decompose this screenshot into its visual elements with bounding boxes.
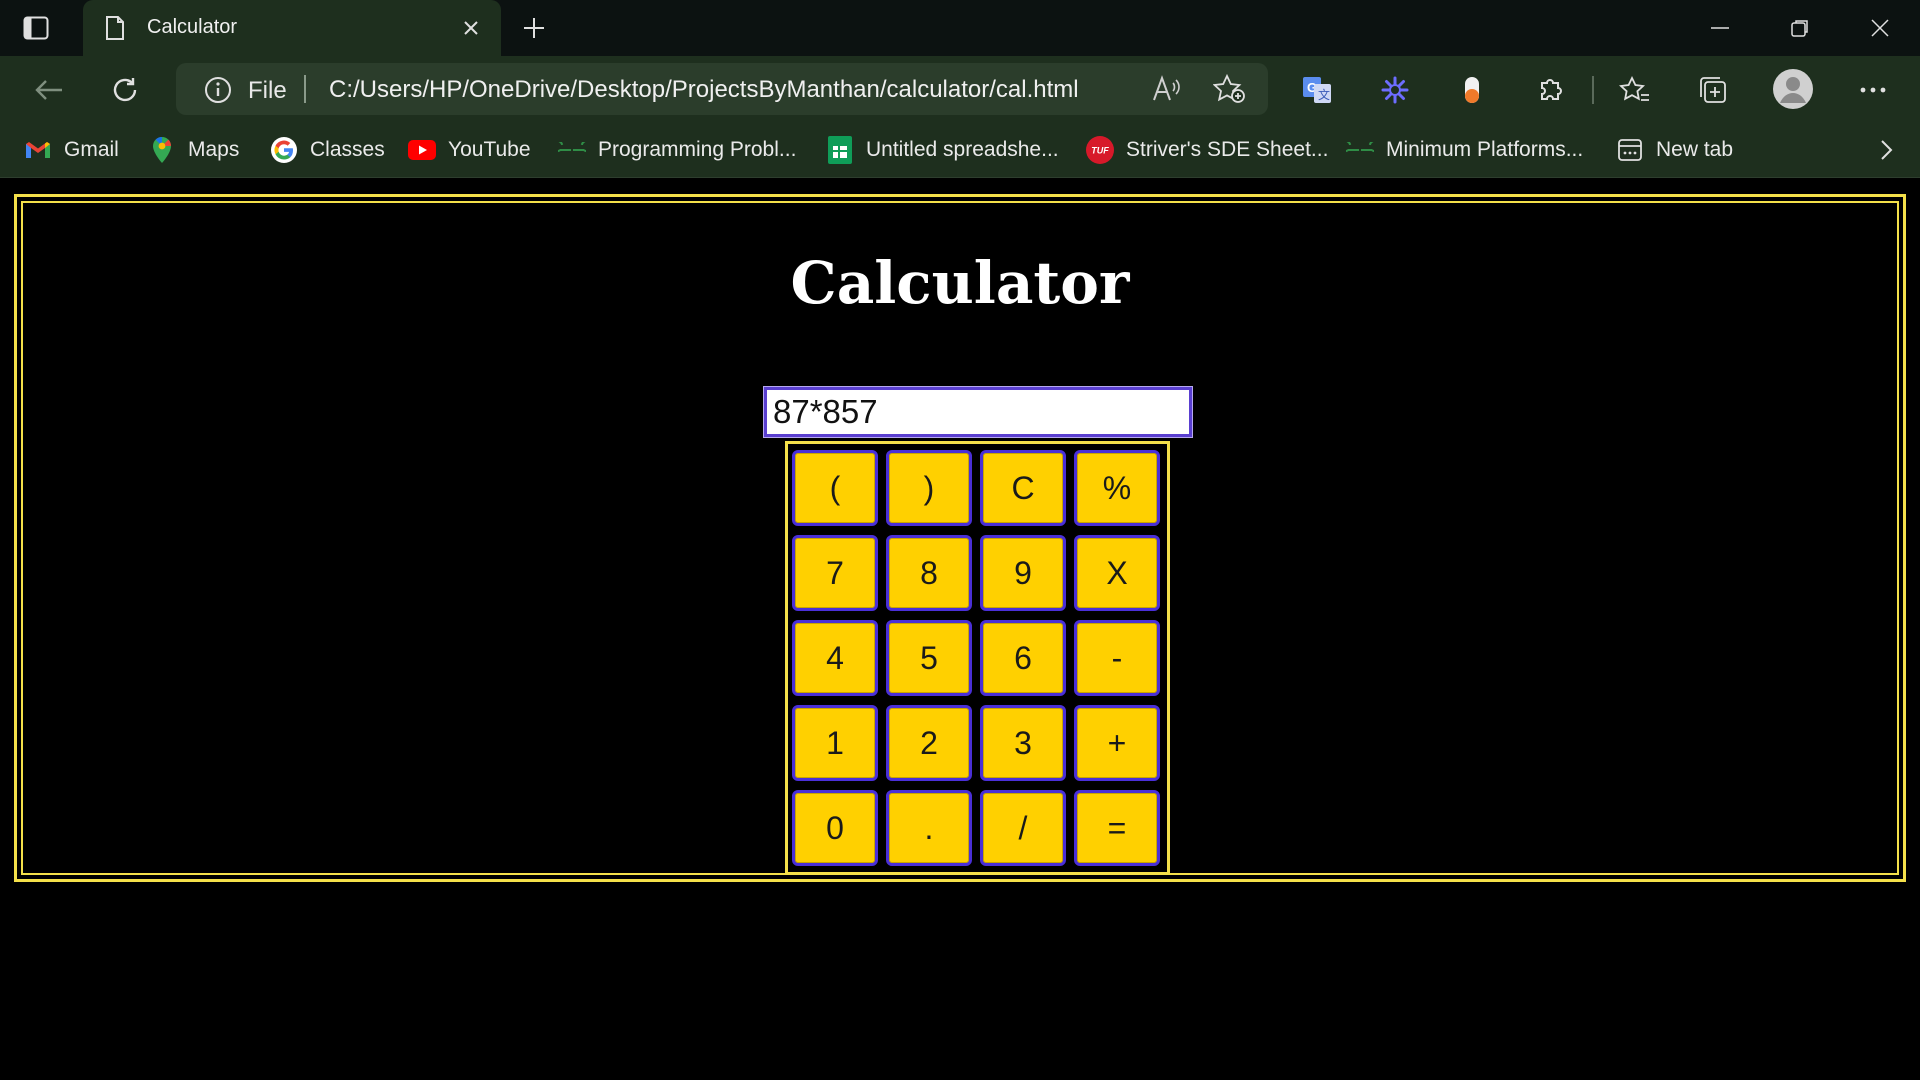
bookmark-strivers-sde-sheet[interactable]: TUF Striver's SDE Sheet...	[1086, 134, 1328, 166]
bookmark-label: Striver's SDE Sheet...	[1126, 138, 1329, 161]
bookmark-label: Maps	[188, 138, 240, 161]
key-multiply-button[interactable]: X	[1074, 535, 1160, 611]
page-viewport: Calculator ()C% 789X 456- 123+0./=	[0, 178, 1920, 1080]
close-tab-icon[interactable]	[457, 14, 485, 42]
tab-strip: Calculator	[0, 0, 1920, 56]
profile-avatar[interactable]	[1772, 68, 1814, 110]
key-9-button[interactable]: 9	[980, 535, 1066, 611]
key-0-button[interactable]: 0	[792, 790, 878, 866]
key-5-button[interactable]: 5	[886, 620, 972, 696]
page-title: Calculator	[790, 249, 1130, 317]
bookmark-minimum-platforms[interactable]: Minimum Platforms...	[1346, 134, 1583, 166]
close-window-icon[interactable]	[1860, 12, 1900, 44]
key-percent-button[interactable]: %	[1074, 450, 1160, 526]
youtube-icon	[408, 136, 436, 164]
back-icon[interactable]	[32, 73, 66, 107]
bookmark-new-tab[interactable]: New tab	[1616, 134, 1733, 166]
toolbar-divider	[1592, 76, 1594, 104]
bookmark-label: Untitled spreadshe...	[866, 138, 1059, 161]
key-open-paren-button[interactable]: (	[792, 450, 878, 526]
key-1-button[interactable]: 1	[792, 705, 878, 781]
bookmark-label: YouTube	[448, 138, 531, 161]
bookmark-label: Programming Probl...	[598, 138, 797, 161]
key-equals-button[interactable]: =	[1074, 790, 1160, 866]
key-decimal-button[interactable]: .	[886, 790, 972, 866]
geeksforgeeks-icon	[1346, 136, 1374, 164]
newtab-icon	[1616, 136, 1644, 164]
maps-icon	[148, 136, 176, 164]
key-clear-button[interactable]: C	[980, 450, 1066, 526]
key-plus-button[interactable]: +	[1074, 705, 1160, 781]
key-close-paren-button[interactable]: )	[886, 450, 972, 526]
key-divide-button[interactable]: /	[980, 790, 1066, 866]
refresh-icon[interactable]	[108, 73, 142, 107]
key-6-button[interactable]: 6	[980, 620, 1066, 696]
page-icon	[105, 16, 125, 45]
tab-actions-icon[interactable]	[22, 14, 50, 42]
bookmarks-bar: Gmail Maps Classes YouTube Programming P…	[0, 122, 1920, 178]
extensions-puzzle-icon[interactable]	[1532, 73, 1566, 107]
url-text[interactable]: C:/Users/HP/OneDrive/Desktop/ProjectsByM…	[329, 76, 1079, 104]
key-minus-button[interactable]: -	[1074, 620, 1160, 696]
collections-icon[interactable]	[1696, 73, 1730, 107]
calculator-display[interactable]	[763, 386, 1193, 438]
tuf-badge-text: TUF	[1091, 146, 1109, 156]
google-icon	[270, 136, 298, 164]
favorites-icon[interactable]	[1618, 73, 1652, 107]
geeksforgeeks-icon	[558, 136, 586, 164]
tab-calculator[interactable]: Calculator	[83, 0, 501, 56]
sheets-icon	[826, 136, 854, 164]
more-menu-icon[interactable]	[1856, 73, 1890, 107]
calculator-frame: Calculator ()C% 789X 456- 123+0./=	[14, 194, 1906, 882]
browser-toolbar: File C:/Users/HP/OneDrive/Desktop/Projec…	[0, 56, 1920, 122]
chevron-right-icon[interactable]	[1872, 136, 1900, 164]
tuf-icon: TUF	[1086, 136, 1114, 164]
add-favorite-icon[interactable]	[1212, 73, 1246, 105]
extension-capsule-icon[interactable]	[1455, 73, 1489, 107]
minimize-icon[interactable]	[1700, 12, 1740, 44]
bookmark-label: Gmail	[64, 138, 119, 161]
info-icon[interactable]	[204, 76, 232, 109]
gmail-icon	[24, 136, 52, 164]
bookmark-label: New tab	[1656, 138, 1734, 161]
address-separator	[304, 75, 306, 103]
bookmark-classes[interactable]: Classes	[270, 134, 385, 166]
keypad: () C% 7 8 9 X 4 5 6- 1 2 3 +0. / =	[785, 441, 1170, 875]
translate-icon[interactable]: G文	[1300, 73, 1334, 107]
bookmark-label: Classes	[310, 138, 385, 161]
bookmark-programming-problems[interactable]: Programming Probl...	[558, 134, 796, 166]
bookmark-label: Minimum Platforms...	[1386, 138, 1584, 161]
bookmark-untitled-spreadsheet[interactable]: Untitled spreadshe...	[826, 134, 1059, 166]
key-4-button[interactable]: 4	[792, 620, 878, 696]
svg-text:文: 文	[1318, 87, 1330, 102]
address-bar[interactable]: File C:/Users/HP/OneDrive/Desktop/Projec…	[176, 63, 1268, 115]
bookmark-gmail[interactable]: Gmail	[24, 134, 119, 166]
restore-icon[interactable]	[1780, 12, 1820, 44]
key-2-button[interactable]: 2	[886, 705, 972, 781]
new-tab-icon[interactable]	[518, 12, 550, 44]
tab-title: Calculator	[147, 16, 238, 38]
bookmark-youtube[interactable]: YouTube	[408, 134, 531, 166]
key-3-button[interactable]: 3	[980, 705, 1066, 781]
read-aloud-icon[interactable]	[1150, 73, 1184, 105]
key-8-button[interactable]: 8	[886, 535, 972, 611]
key-7-button[interactable]: 7	[792, 535, 878, 611]
scheme-label: File	[248, 77, 287, 104]
extension-asterisk-icon[interactable]	[1378, 73, 1412, 107]
bookmark-maps[interactable]: Maps	[148, 134, 239, 166]
